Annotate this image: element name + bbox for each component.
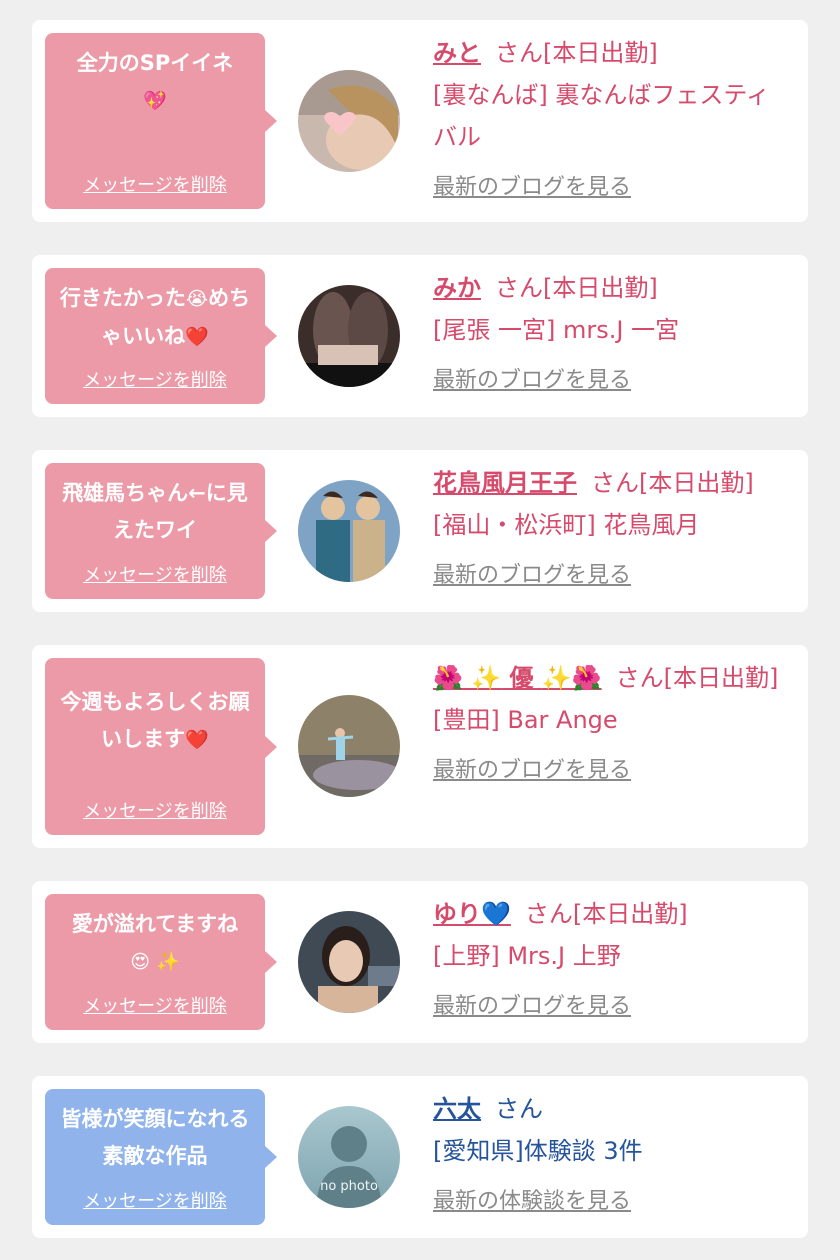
avatar[interactable] xyxy=(298,911,400,1013)
profile-info: 🌺 ✨ 優 ✨🌺 さん[本日出勤] [豊田] Bar Ange 最新のブログを見る xyxy=(433,657,790,789)
profile-name-link[interactable]: ゆり💙 xyxy=(433,900,511,928)
heart-icon: ❤️ xyxy=(185,326,209,348)
latest-blog-link[interactable]: 最新のブログを見る xyxy=(433,170,790,206)
profile-name-link[interactable]: 🌺 ✨ 優 ✨🌺 xyxy=(433,664,602,692)
delete-message-link[interactable]: メッセージを削除 xyxy=(45,366,265,392)
message-text: 全力のSPイイネ 💖 xyxy=(76,51,234,112)
list-item: 今週もよろしくお願いします❤️ メッセージを削除 🌺 ✨ 優 ✨🌺 さん[本日出勤… xyxy=(32,645,808,848)
profile-name-link[interactable]: 六太 xyxy=(433,1095,481,1123)
crying-face-icon: 😭 xyxy=(185,288,209,310)
avatar[interactable] xyxy=(298,695,400,797)
avatar[interactable] xyxy=(298,480,400,582)
message-text: 皆様が笑顔になれる素敵な作品 xyxy=(60,1107,250,1168)
profile-name-link[interactable]: みか xyxy=(433,274,481,302)
honorific: さん xyxy=(524,900,573,928)
heart-eyes-sparkle-icon: 😍 ✨ xyxy=(130,951,180,973)
review-count: [愛知県]体験談 3件 xyxy=(433,1137,643,1165)
message-bubble: 皆様が笑顔になれる素敵な作品 メッセージを削除 xyxy=(45,1089,277,1225)
latest-blog-link[interactable]: 最新のブログを見る xyxy=(433,753,790,789)
honorific: さん xyxy=(615,664,664,692)
message-bubble: 行きたかった😭めちゃいいね❤️ メッセージを削除 xyxy=(45,268,277,404)
delete-message-link[interactable]: メッセージを削除 xyxy=(45,561,265,587)
profile-info: ゆり💙 さん[本日出勤] [上野] Mrs.J 上野 最新のブログを見る xyxy=(433,893,790,1025)
hibiscus-sparkle-icon: 🌺 ✨ xyxy=(433,664,502,692)
message-bubble: 飛雄馬ちゃん←に見えたワイ メッセージを削除 xyxy=(45,463,277,599)
no-photo-label: no photo xyxy=(320,1179,378,1194)
shop-name: [裏なんば] 裏なんばフェスティバル xyxy=(433,81,770,151)
blue-heart-icon: 💙 xyxy=(481,900,511,928)
list-item: 飛雄馬ちゃん←に見えたワイ メッセージを削除 花鳥風月王子 さん[本日出勤] [福… xyxy=(32,450,808,612)
status-badge: [本日出勤] xyxy=(572,900,688,928)
heart-icon: ❤️ xyxy=(185,729,209,751)
delete-message-link[interactable]: メッセージを削除 xyxy=(45,171,265,197)
sparkle-hibiscus-icon: ✨🌺 xyxy=(541,664,602,692)
latest-blog-link[interactable]: 最新のブログを見る xyxy=(433,363,790,399)
avatar[interactable] xyxy=(298,285,400,387)
list-item: 皆様が笑顔になれる素敵な作品 メッセージを削除 no photo 六太 さん [愛… xyxy=(32,1076,808,1238)
delete-message-link[interactable]: メッセージを削除 xyxy=(45,797,265,823)
shop-name: [福山・松浜町] 花鳥風月 xyxy=(433,511,700,539)
avatar[interactable]: no photo xyxy=(298,1106,400,1208)
shop-name: [尾張 一宮] mrs.J 一宮 xyxy=(433,316,680,344)
shop-name: [豊田] Bar Ange xyxy=(433,706,618,734)
list-item: 全力のSPイイネ 💖 メッセージを削除 みと さん[本日出勤] [裏なんば] 裏な… xyxy=(32,20,808,222)
honorific: さん xyxy=(495,274,543,302)
honorific: さん xyxy=(495,39,543,67)
message-text: 愛が溢れてますね 😍 ✨ xyxy=(71,912,239,973)
list-item: 愛が溢れてますね 😍 ✨ メッセージを削除 ゆり💙 さん[本日出勤] [上野] M… xyxy=(32,881,808,1043)
message-bubble: 愛が溢れてますね 😍 ✨ メッセージを削除 xyxy=(45,894,277,1030)
delete-message-link[interactable]: メッセージを削除 xyxy=(45,992,265,1018)
sparkle-heart-icon: 💖 xyxy=(143,90,167,112)
honorific: さん xyxy=(495,1095,543,1123)
message-text: 今週もよろしくお願いします❤️ xyxy=(60,690,250,751)
status-badge: [本日出勤] xyxy=(639,469,754,497)
avatar[interactable] xyxy=(298,70,400,172)
delete-message-link[interactable]: メッセージを削除 xyxy=(45,1187,265,1213)
message-list: 全力のSPイイネ 💖 メッセージを削除 みと さん[本日出勤] [裏なんば] 裏な… xyxy=(0,0,840,1238)
honorific: さん xyxy=(591,469,639,497)
message-text: 飛雄馬ちゃん←に見えたワイ xyxy=(62,481,248,542)
profile-info: みか さん[本日出勤] [尾張 一宮] mrs.J 一宮 最新のブログを見る xyxy=(433,267,790,399)
profile-info: 六太 さん [愛知県]体験談 3件 最新の体験談を見る xyxy=(433,1088,790,1220)
profile-name-link[interactable]: みと xyxy=(433,39,481,67)
latest-review-link[interactable]: 最新の体験談を見る xyxy=(433,1184,790,1220)
latest-blog-link[interactable]: 最新のブログを見る xyxy=(433,989,790,1025)
profile-name-link[interactable]: 花鳥風月王子 xyxy=(433,469,577,497)
shop-name: [上野] Mrs.J 上野 xyxy=(433,942,621,970)
list-item: 行きたかった😭めちゃいいね❤️ メッセージを削除 みか さん[本日出勤] [尾張 … xyxy=(32,255,808,417)
message-text: 行きたかった😭めちゃいいね❤️ xyxy=(59,286,251,348)
message-bubble: 全力のSPイイネ 💖 メッセージを削除 xyxy=(45,33,277,209)
status-badge: [本日出勤] xyxy=(543,274,658,302)
latest-blog-link[interactable]: 最新のブログを見る xyxy=(433,558,790,594)
status-badge: [本日出勤] xyxy=(543,39,658,67)
status-badge: [本日出勤] xyxy=(663,664,779,692)
profile-info: みと さん[本日出勤] [裏なんば] 裏なんばフェスティバル 最新のブログを見る xyxy=(433,32,790,206)
profile-info: 花鳥風月王子 さん[本日出勤] [福山・松浜町] 花鳥風月 最新のブログを見る xyxy=(433,462,790,594)
message-bubble: 今週もよろしくお願いします❤️ メッセージを削除 xyxy=(45,658,277,835)
